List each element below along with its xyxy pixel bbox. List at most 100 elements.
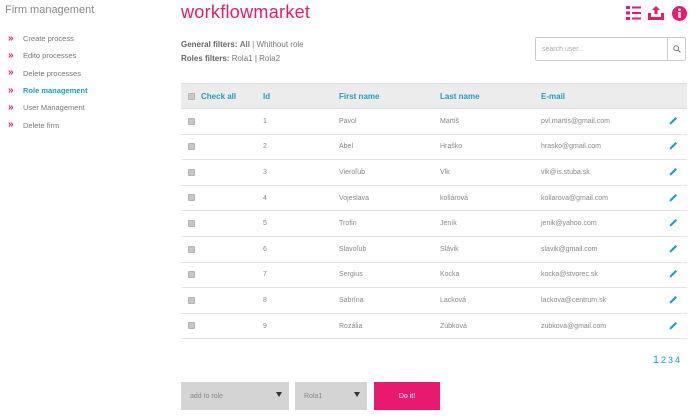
header-last-name[interactable]: Last name: [440, 84, 541, 109]
upload-box-icon[interactable]: [648, 5, 664, 21]
sidebar-item-label: User Management: [23, 103, 85, 113]
cell-first-name: Pavol: [339, 108, 440, 135]
cell-email: hrasko@gmail.com: [541, 134, 669, 161]
row-checkbox[interactable]: [188, 220, 195, 227]
row-checkbox[interactable]: [188, 143, 195, 151]
pagination: 1234: [653, 354, 680, 366]
filter-without-role[interactable]: Whithout role: [256, 40, 303, 49]
sidebar-item-label: Role management: [23, 86, 88, 96]
edit-pencil-icon[interactable]: [669, 269, 678, 280]
row-checkbox[interactable]: [188, 296, 195, 304]
sidebar-item-label: Create process: [23, 34, 74, 44]
filter-rola2[interactable]: Rola2: [259, 54, 280, 63]
page-link[interactable]: 1: [653, 354, 659, 366]
sidebar-item[interactable]: » Delete processes: [8, 65, 88, 82]
sidebar-item[interactable]: » Edito processes: [8, 47, 88, 64]
cell-email: slavik@gmail.com: [541, 236, 669, 263]
header-edit: [669, 84, 687, 109]
header-first-name[interactable]: First name: [339, 84, 440, 109]
cell-edit: [669, 313, 687, 340]
header-email[interactable]: E-mail: [541, 84, 669, 109]
role-select[interactable]: Rola1: [295, 382, 367, 410]
cell-last-name: Martiš: [440, 108, 541, 135]
cell-edit: [669, 236, 687, 263]
cell-first-name: Trofin: [339, 210, 440, 237]
row-checkbox[interactable]: [188, 271, 195, 279]
cell-id: 4: [263, 185, 339, 212]
cell-id: 2: [263, 134, 339, 161]
cell-last-name: Kocka: [440, 262, 541, 289]
row-checkbox[interactable]: [188, 168, 195, 176]
row-checkbox-cell: [181, 287, 263, 314]
sidebar: Firm management » Create process » Edito pr…: [0, 0, 170, 419]
filter-rola1[interactable]: Rola1: [232, 54, 253, 63]
brand-logo[interactable]: workflowmarket: [181, 2, 310, 23]
row-checkbox[interactable]: [188, 245, 195, 253]
add-to-role-value: add to role: [190, 392, 224, 400]
cell-first-name: Vieroľub: [339, 159, 440, 186]
sidebar-item-label: Edito processes: [23, 51, 77, 61]
row-checkbox[interactable]: [188, 322, 195, 330]
cell-email: zubkova@gmail.com: [541, 313, 669, 340]
sidebar-item[interactable]: » Delete firm: [8, 116, 88, 133]
edit-pencil-icon[interactable]: [669, 193, 678, 204]
edit-pencil-icon[interactable]: [669, 321, 678, 332]
page-link[interactable]: 2: [661, 355, 666, 365]
search-button[interactable]: [667, 38, 685, 60]
table-row: 9 Rozália Zúbková zubkova@gmail.com: [181, 313, 687, 340]
sidebar-title: Firm management: [5, 4, 95, 16]
cell-first-name: Vojeslava: [339, 185, 440, 212]
sidebar-item[interactable]: » Role management: [8, 82, 88, 99]
general-filters: General filters: All | Whithout role: [181, 40, 304, 49]
check-all[interactable]: Check all: [181, 84, 263, 109]
cell-id: 9: [263, 313, 339, 340]
row-checkbox-cell: [181, 185, 263, 212]
info-icon[interactable]: [671, 5, 687, 21]
table-row: 8 Sabrína Lacková lackova@centrum.sk: [181, 287, 687, 314]
edit-pencil-icon[interactable]: [669, 116, 678, 127]
double-chevron-icon: »: [8, 84, 14, 96]
table-row: 2 Abel Hraško hrasko@gmail.com: [181, 134, 687, 161]
filter-all[interactable]: All: [240, 40, 250, 49]
edit-pencil-icon[interactable]: [669, 141, 678, 152]
double-chevron-icon: »: [8, 32, 14, 44]
cell-edit: [669, 108, 687, 135]
cell-first-name: Sabrína: [339, 287, 440, 314]
double-chevron-icon: »: [8, 119, 14, 131]
cell-edit: [669, 210, 687, 237]
table-row: 1 Pavol Martiš pvl.martis@gmail.com: [181, 108, 687, 135]
header-id[interactable]: Id: [263, 84, 339, 109]
table-header-row: Check all Id First name Last name E-mail: [181, 83, 687, 109]
edit-pencil-icon[interactable]: [669, 244, 678, 255]
dropdown-arrow-icon: [276, 392, 282, 397]
row-checkbox-cell: [181, 262, 263, 289]
sidebar-item[interactable]: » Create process: [8, 30, 88, 47]
check-all-checkbox[interactable]: [188, 92, 195, 100]
general-filters-label: General filters:: [181, 40, 238, 49]
do-it-button[interactable]: Do it!: [374, 382, 440, 410]
cell-first-name: Sergius: [339, 262, 440, 289]
edit-pencil-icon[interactable]: [669, 167, 678, 178]
cell-edit: [669, 159, 687, 186]
cell-edit: [669, 134, 687, 161]
row-checkbox-cell: [181, 236, 263, 263]
page-link[interactable]: 4: [675, 355, 680, 365]
cell-email: lackova@centrum.sk: [541, 287, 669, 314]
cell-id: 8: [263, 287, 339, 314]
cell-last-name: Hraško: [440, 134, 541, 161]
list-icon[interactable]: [625, 5, 641, 21]
search-input[interactable]: [536, 38, 667, 60]
edit-pencil-icon[interactable]: [669, 295, 678, 306]
row-checkbox[interactable]: [188, 194, 195, 202]
cell-id: 6: [263, 236, 339, 263]
page-link[interactable]: 3: [668, 355, 673, 365]
sidebar-menu: » Create process » Edito processes » Delete p…: [8, 30, 88, 134]
cell-first-name: Abel: [339, 134, 440, 161]
dropdown-arrow-icon: [354, 392, 360, 397]
add-to-role-select[interactable]: add to role: [181, 382, 289, 410]
edit-pencil-icon[interactable]: [669, 218, 678, 229]
row-checkbox[interactable]: [188, 117, 195, 125]
table-row: 6 Slavoľub Slávik slavik@gmail.com: [181, 236, 687, 263]
roles-filters: Roles filters: Rola1 | Rola2: [181, 54, 281, 63]
sidebar-item[interactable]: » User Management: [8, 99, 88, 116]
